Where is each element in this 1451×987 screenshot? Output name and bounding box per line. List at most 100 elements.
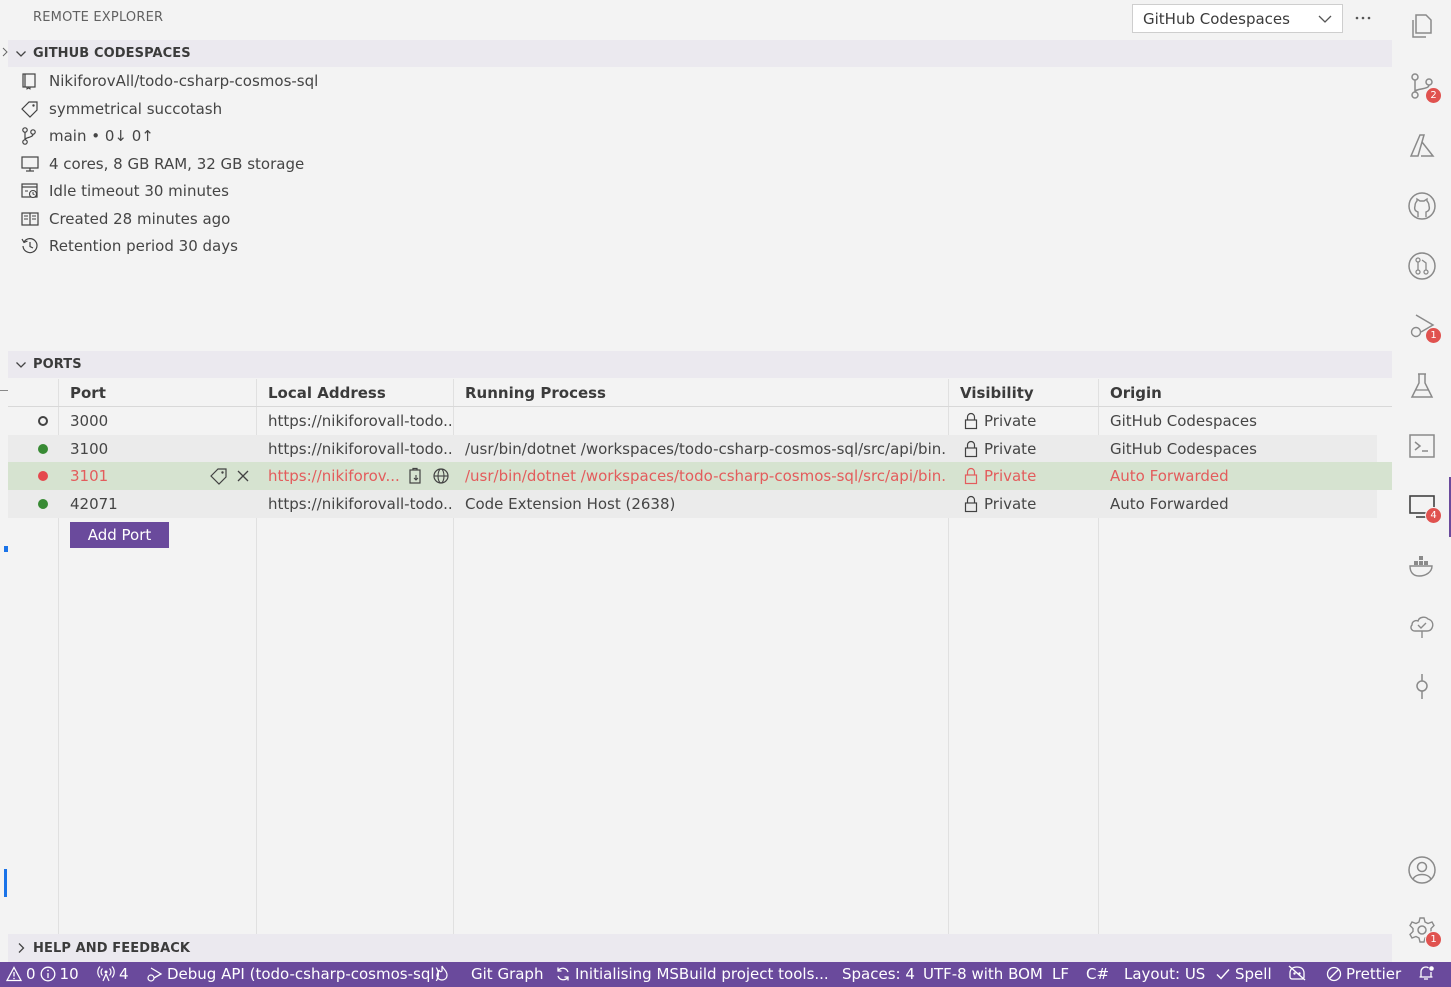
codespace-timeout-label: Idle timeout 30 minutes bbox=[49, 182, 229, 200]
run-debug-badge: 1 bbox=[1425, 327, 1442, 344]
source-control-icon[interactable]: 2 bbox=[1406, 70, 1442, 104]
column-header-running-process[interactable]: Running Process bbox=[465, 384, 606, 402]
keyboard-layout-status[interactable]: Layout: US bbox=[1124, 965, 1205, 983]
forwarded-ports-status[interactable]: 4 bbox=[97, 965, 129, 983]
column-header-visibility[interactable]: Visibility bbox=[960, 384, 1034, 402]
git-branch-icon bbox=[20, 126, 44, 146]
port-number: 3101 bbox=[70, 467, 109, 485]
sash-marker bbox=[0, 390, 8, 391]
testing-icon[interactable] bbox=[1406, 370, 1438, 402]
pull-requests-icon[interactable] bbox=[1406, 250, 1438, 282]
terminal-icon[interactable] bbox=[1406, 430, 1438, 462]
circle-slash-icon bbox=[1326, 966, 1342, 982]
help-section-header[interactable]: HELP AND FEEDBACK bbox=[8, 934, 1392, 962]
cloud-check-icon[interactable] bbox=[1406, 610, 1438, 642]
local-address-link[interactable]: https://nikiforovall-todo... bbox=[268, 440, 452, 458]
codespace-machine-label: 4 cores, 8 GB RAM, 32 GB storage bbox=[49, 155, 305, 173]
codespace-branch[interactable]: main • 0↓ 0↑ bbox=[20, 123, 154, 149]
tag-icon bbox=[20, 99, 44, 119]
port-inactive-icon bbox=[38, 416, 48, 426]
git-graph-status[interactable]: Git Graph bbox=[471, 965, 543, 983]
column-header-port[interactable]: Port bbox=[70, 384, 106, 402]
accounts-icon[interactable] bbox=[1406, 854, 1438, 886]
table-row[interactable]: 3100 https://nikiforovall-todo... /usr/b… bbox=[8, 435, 1377, 463]
local-address-link[interactable]: https://nikiforovall-todo... bbox=[268, 412, 452, 430]
visibility-value[interactable]: Private bbox=[984, 467, 1036, 485]
activity-bar: 2 1 4 1 bbox=[1392, 0, 1451, 962]
running-process: Code Extension Host (2638) bbox=[465, 495, 676, 513]
chevron-down-icon bbox=[8, 48, 33, 60]
visibility-value[interactable]: Private bbox=[984, 495, 1036, 513]
chevron-down-icon bbox=[8, 359, 33, 371]
codespace-machine[interactable]: 4 cores, 8 GB RAM, 32 GB storage bbox=[20, 151, 304, 177]
manage-gear-icon[interactable]: 1 bbox=[1406, 914, 1442, 948]
run-debug-icon[interactable]: 1 bbox=[1406, 310, 1442, 344]
github-icon[interactable] bbox=[1406, 190, 1438, 222]
git-commit-icon[interactable] bbox=[1406, 670, 1438, 702]
table-row[interactable]: 3000 https://nikiforovall-todo... Privat… bbox=[8, 407, 1392, 435]
ports-count: 4 bbox=[119, 965, 129, 983]
lock-icon bbox=[963, 467, 979, 485]
stop-forwarding-close-icon[interactable] bbox=[235, 467, 251, 485]
visibility-value[interactable]: Private bbox=[984, 412, 1036, 430]
running-process: /usr/bin/dotnet /workspaces/todo-csharp-… bbox=[465, 467, 947, 485]
lock-icon bbox=[963, 412, 979, 430]
port-error-icon bbox=[38, 471, 48, 481]
azure-icon[interactable] bbox=[1406, 130, 1438, 162]
codespace-created[interactable]: Created 28 minutes ago bbox=[20, 206, 230, 232]
problems-status[interactable]: 0 10 bbox=[6, 965, 79, 983]
open-in-browser-globe-icon[interactable] bbox=[432, 467, 450, 485]
codespace-repo[interactable]: NikiforovAll/todo-csharp-cosmos-sql bbox=[20, 68, 318, 94]
codespace-timeout[interactable]: Idle timeout 30 minutes bbox=[20, 178, 229, 204]
collapse-sidebar-chevron-icon[interactable] bbox=[2, 44, 8, 60]
port-running-icon bbox=[38, 499, 48, 509]
panel-title: REMOTE EXPLORER bbox=[33, 10, 164, 25]
book-icon bbox=[20, 209, 44, 229]
column-header-origin[interactable]: Origin bbox=[1110, 384, 1162, 402]
table-row[interactable]: 3101 https://nikiforov... /usr/bin/dotne… bbox=[8, 462, 1392, 490]
docker-icon[interactable] bbox=[1406, 550, 1438, 582]
remote-explorer-badge: 4 bbox=[1425, 507, 1442, 524]
codespace-name-label: symmetrical succotash bbox=[49, 100, 223, 118]
copilot-status[interactable] bbox=[1287, 965, 1307, 981]
indentation-status[interactable]: Spaces: 4 bbox=[842, 965, 915, 983]
prettier-status[interactable]: Prettier bbox=[1326, 965, 1401, 983]
view-select-dropdown[interactable]: GitHub Codespaces bbox=[1132, 4, 1343, 33]
remote-explorer-panel: REMOTE EXPLORER GitHub Codespaces GITHUB… bbox=[0, 0, 1392, 962]
scroll-marker bbox=[4, 869, 7, 897]
task-status[interactable]: Initialising MSBuild project tools... bbox=[555, 965, 829, 983]
radio-tower-icon bbox=[97, 966, 115, 982]
visibility-value[interactable]: Private bbox=[984, 440, 1036, 458]
debug-config-status[interactable]: Debug API (todo-csharp-cosmos-sql) bbox=[145, 965, 440, 983]
spell-status[interactable]: Spell bbox=[1215, 965, 1272, 983]
bell-dot-icon bbox=[1417, 965, 1435, 981]
flame-status[interactable] bbox=[435, 965, 449, 981]
add-port-button[interactable]: Add Port bbox=[70, 522, 169, 548]
encoding-status[interactable]: UTF-8 with BOM bbox=[923, 965, 1043, 983]
sync-icon bbox=[555, 966, 571, 982]
more-actions-icon[interactable] bbox=[1353, 8, 1373, 28]
codespace-retention[interactable]: Retention period 30 days bbox=[20, 233, 238, 259]
ports-section-header[interactable]: PORTS bbox=[8, 351, 1392, 378]
eol-status[interactable]: LF bbox=[1052, 965, 1069, 983]
local-address-link[interactable]: https://nikiforov... bbox=[268, 467, 400, 485]
language-status[interactable]: C# bbox=[1086, 965, 1109, 983]
codespaces-section-header[interactable]: GITHUB CODESPACES bbox=[8, 40, 1392, 67]
local-address-link[interactable]: https://nikiforovall-todo... bbox=[268, 495, 452, 513]
section-label: PORTS bbox=[33, 357, 82, 372]
codespace-name[interactable]: symmetrical succotash bbox=[20, 96, 222, 122]
explorer-icon[interactable] bbox=[1406, 10, 1438, 42]
table-row[interactable]: 42071 https://nikiforovall-todo... Code … bbox=[8, 490, 1377, 518]
section-label: GITHUB CODESPACES bbox=[33, 46, 191, 61]
chevron-down-icon bbox=[1318, 14, 1332, 24]
copy-address-icon[interactable] bbox=[407, 467, 425, 485]
remote-explorer-icon[interactable]: 4 bbox=[1406, 490, 1442, 524]
flame-icon bbox=[435, 965, 449, 981]
lock-icon bbox=[963, 440, 979, 458]
codespace-repo-label: NikiforovAll/todo-csharp-cosmos-sql bbox=[49, 72, 319, 90]
set-label-tag-icon[interactable] bbox=[209, 467, 229, 485]
origin-value: Auto Forwarded bbox=[1110, 467, 1229, 485]
debug-config-label: Debug API (todo-csharp-cosmos-sql) bbox=[167, 965, 441, 983]
column-header-local-address[interactable]: Local Address bbox=[268, 384, 386, 402]
notifications-status[interactable] bbox=[1417, 965, 1435, 981]
